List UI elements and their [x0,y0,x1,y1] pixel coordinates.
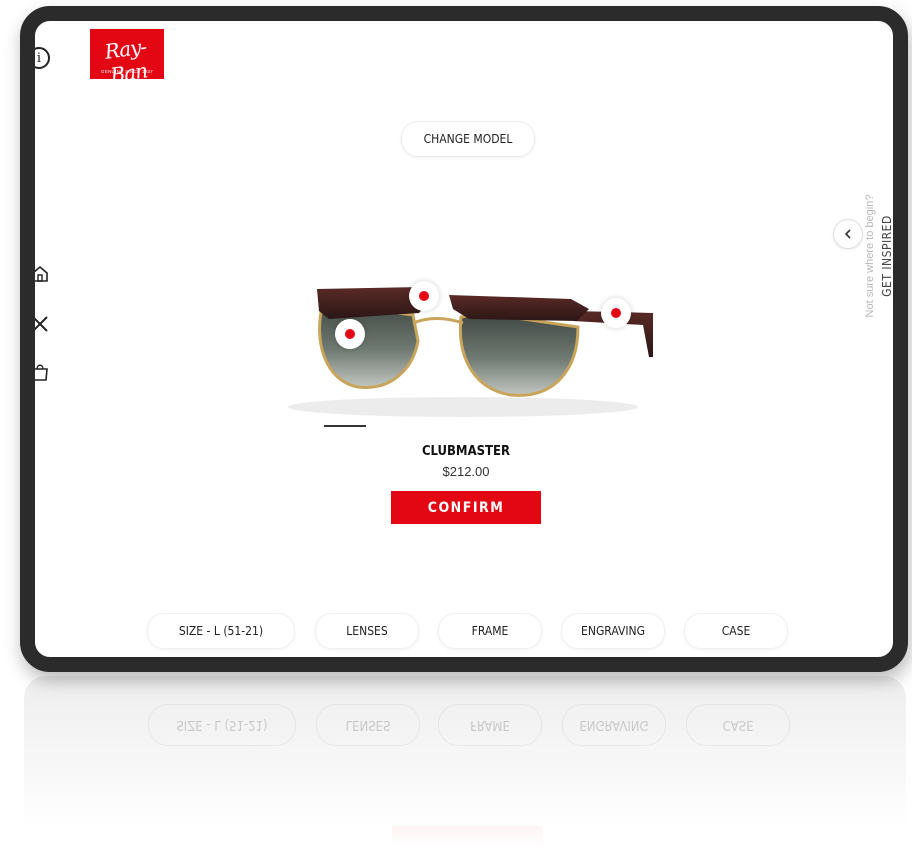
home-icon [35,265,48,282]
product-shadow [288,397,638,417]
confirm-button[interactable]: CONFIRM [391,491,541,524]
close-icon [35,316,48,332]
right-lens [458,311,580,397]
hotspot-dot [419,291,429,301]
right-browline [449,295,589,321]
chevron-left-icon [844,229,851,239]
tab-case[interactable]: CASE [684,613,788,649]
info-button[interactable]: i [35,47,50,69]
bridge-hotspot[interactable] [409,281,439,311]
product-image-sunglasses[interactable] [273,261,653,421]
tab-lenses[interactable]: LENSES [315,613,419,649]
device-reflection: SIZE - L (51-21) LENSES FRAME ENGRAVING … [24,676,906,848]
get-inspired-hint: Not sure where to begin? [864,194,876,318]
brand-logo: Ray-Ban GENUINE SINCE 1937 [90,29,164,87]
get-inspired-panel[interactable]: Not sure where to begin? GET INSPIRED [864,146,893,366]
brand-tagline: GENUINE SINCE 1937 [100,69,154,74]
reflection-tab-case: CASE [686,704,790,746]
reflection-tab-lenses: LENSES [316,704,420,746]
tab-size[interactable]: SIZE - L (51-21) [147,613,295,649]
close-button[interactable] [35,311,53,337]
reflection-tab-engraving: ENGRAVING [562,704,666,746]
customization-tabs: SIZE - L (51-21) LENSES FRAME ENGRAVING … [35,613,893,653]
reflection-tab-size: SIZE - L (51-21) [148,704,296,746]
hotspot-dot [345,329,355,339]
reflection-fade [24,788,906,848]
tablet-frame: i Ray-Ban GENUINE SINCE 1937 CHANGE MODE… [20,6,908,672]
change-model-button[interactable]: CHANGE MODEL [401,121,535,157]
carousel-indicator[interactable] [324,425,366,427]
tab-frame[interactable]: FRAME [438,613,542,649]
temple-hotspot[interactable] [601,298,631,328]
product-price: $212.00 [442,464,490,479]
bag-button[interactable] [35,359,53,385]
lens-hotspot[interactable] [335,319,365,349]
info-icon: i [36,50,42,66]
reflection-tab-frame: FRAME [438,704,542,746]
reflection-tabs: SIZE - L (51-21) LENSES FRAME ENGRAVING … [24,704,906,746]
get-inspired-label[interactable]: GET INSPIRED [880,146,893,366]
hotspot-dot [611,308,621,318]
brand-logo-script: Ray-Ban [103,34,149,88]
product-name: CLUBMASTER [421,444,511,459]
tab-engraving[interactable]: ENGRAVING [561,613,665,649]
home-button[interactable] [35,261,53,287]
shopping-bag-icon [35,364,48,381]
get-inspired-toggle[interactable] [833,219,863,249]
screen: i Ray-Ban GENUINE SINCE 1937 CHANGE MODE… [35,21,893,657]
bridge [412,317,464,325]
